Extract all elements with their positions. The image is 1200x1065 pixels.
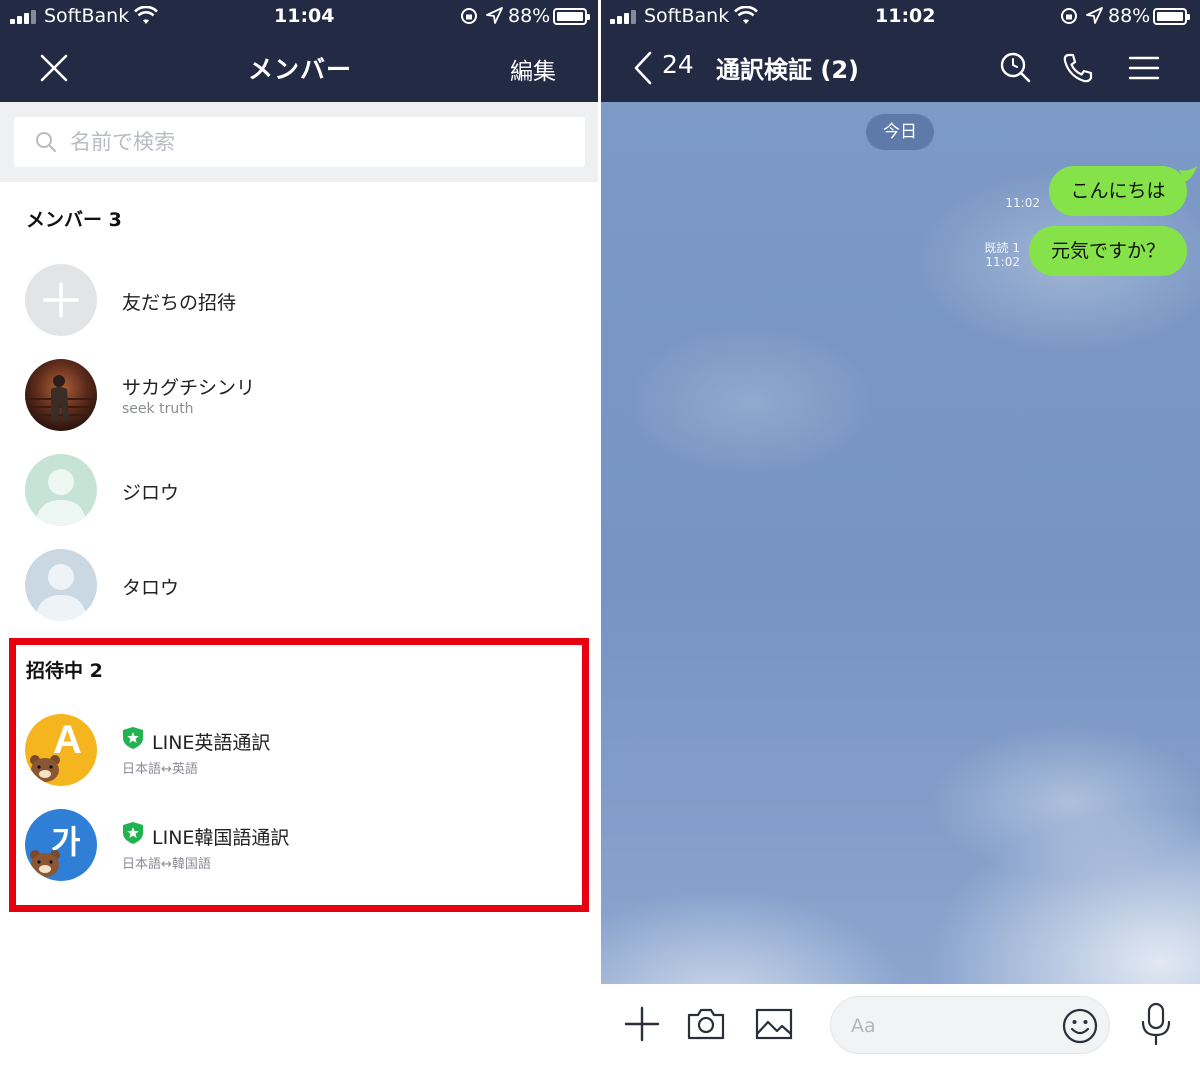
official-badge-icon	[123, 727, 143, 749]
chat-title: 通訳検証 (2)	[716, 56, 859, 84]
wifi-icon	[734, 6, 758, 24]
members-screen: SoftBank 11:04 88% メンバー 編集 メンバー 3 友だちの招待	[0, 0, 600, 1065]
date-separator: 今日	[866, 114, 934, 150]
members-header: SoftBank 11:04 88% メンバー 編集	[0, 0, 600, 102]
message-input[interactable]	[851, 1011, 1051, 1041]
member-row[interactable]: ジロウ	[0, 454, 600, 544]
avatar	[25, 359, 97, 431]
bubble-tail	[1179, 166, 1197, 182]
edit-button[interactable]: 編集	[510, 52, 556, 86]
emoji-icon[interactable]	[1061, 1007, 1099, 1045]
bot-description: 日本語↔英語	[122, 762, 198, 777]
bot-description: 日本語↔韓国語	[122, 857, 211, 872]
status-time: 11:04	[274, 5, 335, 27]
status-bar: SoftBank 11:02 88%	[600, 0, 1200, 34]
plus-icon	[43, 282, 79, 318]
nav-bar: メンバー 編集	[0, 34, 600, 102]
member-name: タロウ	[122, 577, 180, 599]
avatar	[25, 454, 97, 526]
member-row[interactable]: タロウ	[0, 549, 600, 639]
default-user-icon	[35, 564, 87, 621]
chat-header: SoftBank 11:02 88% 24 通訳検証 (2)	[600, 0, 1200, 102]
bot-avatar: A	[25, 714, 97, 786]
bear-icon	[30, 755, 60, 782]
bot-name: LINE韓国語通訳	[152, 827, 290, 849]
message-text: こんにちは	[1070, 180, 1166, 202]
battery-percent: 88%	[508, 5, 551, 27]
rotation-lock-icon	[461, 8, 477, 24]
nav-bar: 24 通訳検証 (2)	[600, 34, 1200, 102]
default-user-icon	[35, 469, 87, 526]
member-name: サカグチシンリ	[122, 377, 256, 399]
message-meta: 11:02	[996, 196, 1040, 210]
status-time: 11:02	[875, 5, 936, 27]
signal-icon	[610, 10, 640, 24]
message-meta: 既読 1 11:02	[970, 241, 1020, 269]
location-icon	[486, 7, 503, 24]
battery-icon	[1153, 8, 1190, 25]
invite-label: 友だちの招待	[122, 292, 237, 314]
pending-section-title: 招待中 2	[26, 660, 103, 682]
member-row[interactable]: サカグチシンリ seek truth	[0, 359, 600, 449]
rotation-lock-icon	[1061, 8, 1077, 24]
avatar	[25, 549, 97, 621]
battery-percent: 88%	[1108, 5, 1151, 27]
status-bar: SoftBank 11:04 88%	[0, 0, 600, 34]
profile-photo	[25, 359, 97, 431]
add-friend-avatar	[25, 264, 97, 336]
battery-icon	[553, 8, 590, 25]
image-icon[interactable]	[754, 1004, 794, 1044]
search-input[interactable]	[70, 125, 560, 159]
message-field[interactable]	[830, 996, 1110, 1054]
bot-name: LINE英語通訳	[152, 732, 271, 754]
members-section-title: メンバー 3	[26, 209, 122, 231]
message-bubble[interactable]: こんにちは	[1049, 166, 1197, 216]
message-input-bar	[600, 984, 1200, 1065]
search-icon	[36, 132, 57, 153]
message-time: 11:02	[985, 255, 1020, 269]
wifi-icon	[134, 6, 158, 24]
carrier-label: SoftBank	[44, 5, 130, 27]
menu-icon[interactable]	[1126, 50, 1162, 86]
member-name: ジロウ	[122, 482, 180, 504]
search-area	[0, 102, 600, 182]
camera-icon[interactable]	[686, 1004, 726, 1044]
member-status: seek truth	[122, 401, 194, 417]
location-icon	[1086, 7, 1103, 24]
official-badge-icon	[123, 822, 143, 844]
pending-bot-row[interactable]: A LINE英語通訳 日本語↔英語	[0, 714, 600, 804]
message-bubble[interactable]: 元気ですか？	[1029, 226, 1187, 276]
message-time: 11:02	[1005, 196, 1040, 210]
signal-icon	[10, 10, 40, 24]
chat-background: 今日 11:02 こんにちは 既読 1 11:02 元気ですか？	[600, 102, 1200, 984]
search-icon[interactable]	[998, 50, 1034, 86]
chat-screen: SoftBank 11:02 88% 24 通訳検証 (2) 今日 11:02 …	[600, 0, 1200, 1065]
carrier-label: SoftBank	[644, 5, 730, 27]
chevron-left-icon[interactable]	[630, 50, 656, 86]
search-box[interactable]	[14, 117, 585, 167]
pending-bot-row[interactable]: 가 LINE韓国語通訳 日本語↔韓国語	[0, 809, 600, 899]
plus-icon[interactable]	[622, 1004, 662, 1044]
bot-avatar: 가	[25, 809, 97, 881]
bear-icon	[30, 850, 60, 877]
screen-divider	[598, 0, 601, 1065]
invite-friends-row[interactable]: 友だちの招待	[0, 264, 600, 354]
microphone-icon[interactable]	[1138, 1002, 1174, 1046]
phone-icon[interactable]	[1060, 50, 1096, 86]
message-text: 元気ですか？	[1050, 240, 1165, 262]
back-unread-count[interactable]: 24	[662, 50, 694, 79]
read-receipt: 既読 1	[984, 241, 1020, 255]
